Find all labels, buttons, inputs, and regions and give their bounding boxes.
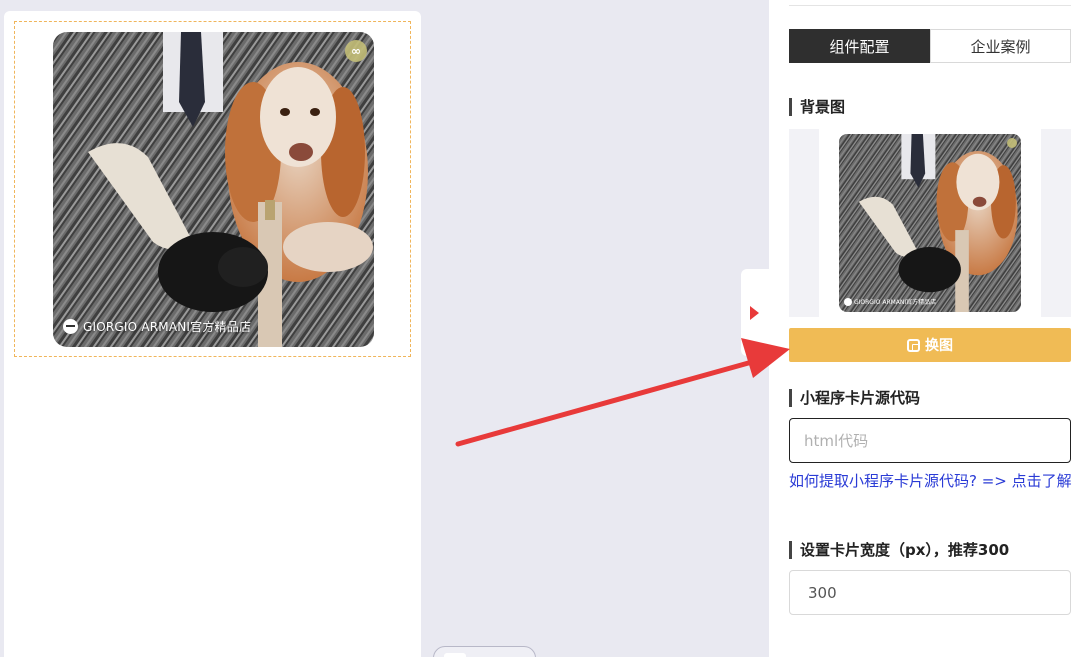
thumbnail-link-icon	[1007, 138, 1017, 148]
thumbnail-brand-text: GIORGIO ARMANI官方精品店	[854, 299, 937, 306]
card-brand-label: GIORGIO ARMANI官方精品店	[63, 318, 251, 335]
tab-enterprise-cases[interactable]: 企业案例	[930, 29, 1071, 63]
swap-image-label: 换图	[925, 338, 953, 354]
background-section-title: 背景图	[789, 98, 845, 116]
source-code-input[interactable]	[789, 418, 1071, 463]
source-code-section-title: 小程序卡片源代码	[789, 389, 920, 407]
panel-collapse-toggle[interactable]	[741, 269, 770, 356]
background-preview-frame: GIORGIO ARMANI官方精品店	[819, 129, 1041, 317]
caret-right-icon	[750, 306, 759, 320]
swap-image-button[interactable]: 换图	[789, 328, 1071, 362]
editor-canvas: ∞ GIORGIO ARMANI官方精品店	[4, 11, 421, 657]
card-width-input[interactable]	[789, 570, 1071, 615]
background-preview: GIORGIO ARMANI官方精品店	[789, 129, 1071, 317]
swap-image-icon	[907, 338, 920, 352]
settings-panel: 组件配置 企业案例 背景图 GIORGIO ARMANI官方精品店 换图 小程序…	[769, 0, 1080, 657]
card-photo	[53, 32, 374, 347]
settings-tabs: 组件配置 企业案例	[789, 29, 1071, 63]
brand-logo-icon	[63, 319, 78, 334]
link-icon: ∞	[345, 40, 367, 62]
zoom-toggle[interactable]	[433, 646, 536, 657]
background-thumbnail[interactable]: GIORGIO ARMANI官方精品店	[839, 134, 1021, 312]
card-width-section-title: 设置卡片宽度（px），推荐300	[789, 541, 1009, 559]
panel-top-divider	[789, 0, 1071, 6]
miniprogram-card-frame[interactable]: ∞ GIORGIO ARMANI官方精品店	[14, 21, 411, 357]
tab-component-config[interactable]: 组件配置	[789, 29, 930, 63]
thumbnail-brand-label: GIORGIO ARMANI官方精品店	[844, 297, 936, 306]
thumbnail-brand-logo-icon	[844, 297, 852, 306]
card-brand-text: GIORGIO ARMANI官方精品店	[83, 320, 252, 334]
thumbnail-photo	[839, 134, 1021, 312]
how-to-extract-code-link[interactable]: 如何提取小程序卡片源代码? => 点击了解	[789, 470, 1079, 492]
card-background-image[interactable]: ∞ GIORGIO ARMANI官方精品店	[53, 32, 374, 347]
